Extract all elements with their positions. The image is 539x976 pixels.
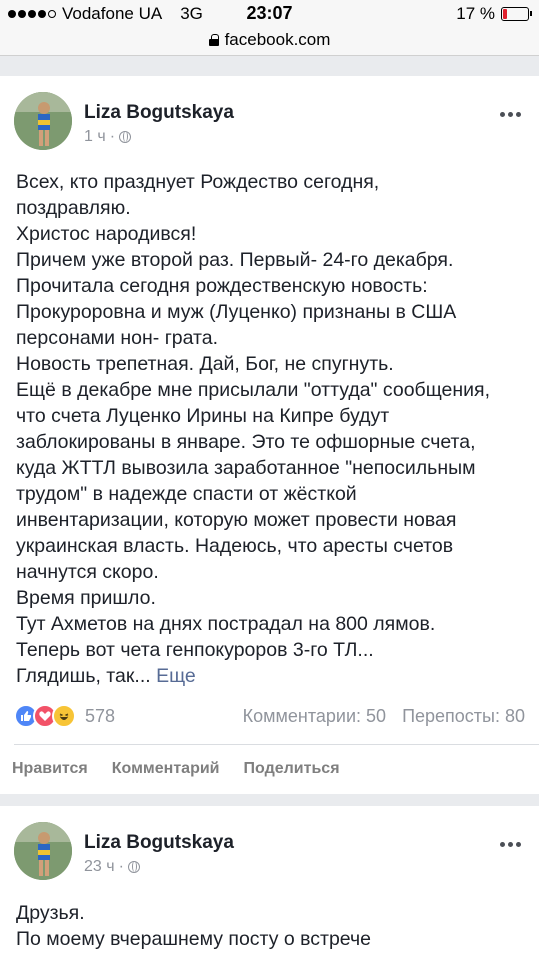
post-text-line: Прочитала сегодня рождественскую новость… bbox=[16, 275, 428, 297]
post-text-line: начнутся скоро. bbox=[16, 561, 159, 583]
post-timestamp[interactable]: 23 ч bbox=[84, 858, 115, 876]
post-text-line: заблокированы в январе. Это те офшорные … bbox=[16, 431, 476, 453]
post-body: Друзья. По моему вчерашнему посту о встре… bbox=[16, 900, 529, 952]
comment-count[interactable]: Комментарии: 50 bbox=[243, 706, 386, 727]
lock-icon bbox=[208, 34, 219, 46]
avatar[interactable] bbox=[14, 822, 72, 880]
haha-reaction-icon bbox=[52, 704, 76, 728]
share-button[interactable]: Поделиться bbox=[244, 760, 340, 778]
more-options-icon[interactable] bbox=[500, 842, 521, 847]
post-text-line: Тут Ахметов на днях пострадал на 800 лям… bbox=[16, 613, 436, 635]
post-text-line: Причем уже второй раз. Первый- 24-го дек… bbox=[16, 249, 454, 271]
post-text-line: трудом" в надежде спасти от жёсткой bbox=[16, 483, 357, 505]
status-bar: Vodafone UA 3G 23:07 17 % bbox=[0, 0, 539, 28]
post-text-line: поздравляю. bbox=[16, 197, 131, 219]
post-text-line: Теперь вот чета генпокуроров 3-го ТЛ... bbox=[16, 639, 374, 661]
post-text-line: Всех, кто празднует Рождество сегодня, bbox=[16, 171, 380, 193]
battery-icon bbox=[501, 7, 532, 21]
address-bar[interactable]: facebook.com bbox=[0, 28, 539, 56]
post-timestamp[interactable]: 1 ч bbox=[84, 128, 106, 146]
reaction-summary[interactable]: 578 bbox=[14, 704, 115, 728]
like-button[interactable]: Нравится bbox=[12, 760, 88, 778]
post-card: Liza Bogutskaya 23 ч · Друзья. По моему в… bbox=[0, 806, 539, 976]
post-text-line: Христос народився! bbox=[16, 223, 197, 245]
see-more-link[interactable]: Еще bbox=[156, 665, 196, 687]
post-text-line: куда ЖТТЛ вывозила заработанное "непосил… bbox=[16, 457, 476, 479]
post-text-line: персонами нон- грата. bbox=[16, 327, 219, 349]
post-text-line: Новость трепетная. Дай, Бог, не спугнуть… bbox=[16, 353, 394, 375]
globe-icon bbox=[119, 131, 132, 143]
post-text-line: Время пришло. bbox=[16, 587, 156, 609]
post-text-line: Ещё в декабре мне присылали "оттуда" соо… bbox=[16, 379, 491, 401]
post-text-line: украинская власть. Надеюсь, что аресты с… bbox=[16, 535, 454, 557]
post-text-line: что счета Луценко Ирины на Кипре будут bbox=[16, 405, 390, 427]
comment-button[interactable]: Комментарий bbox=[112, 760, 220, 778]
globe-icon bbox=[127, 861, 140, 873]
avatar[interactable] bbox=[14, 92, 72, 150]
post-text-line: Друзья. bbox=[16, 902, 85, 924]
battery-percent: 17 % bbox=[456, 4, 495, 23]
more-options-icon[interactable] bbox=[500, 112, 521, 117]
post-text-line: инвентаризации, которую может провести н… bbox=[16, 509, 457, 531]
post-body: Всех, кто празднует Рождество сегодня, по… bbox=[16, 169, 529, 663]
url-domain[interactable]: facebook.com bbox=[225, 30, 331, 50]
post-truncated-line: Глядишь, так... bbox=[16, 665, 151, 687]
post-author[interactable]: Liza Bogutskaya bbox=[84, 102, 234, 124]
post-text-line: По моему вчерашнему посту о встрече bbox=[16, 928, 371, 950]
divider bbox=[14, 744, 539, 745]
post-author[interactable]: Liza Bogutskaya bbox=[84, 832, 234, 854]
share-count[interactable]: Перепосты: 80 bbox=[402, 706, 525, 727]
post-body-last-line: Глядишь, так... Еще bbox=[16, 663, 529, 689]
post-card: Liza Bogutskaya 1 ч · Всех, кто празднуе… bbox=[0, 76, 539, 794]
post-text-line: Прокуроровна и муж (Луценко) признаны в … bbox=[16, 301, 457, 323]
reaction-count: 578 bbox=[85, 705, 116, 726]
